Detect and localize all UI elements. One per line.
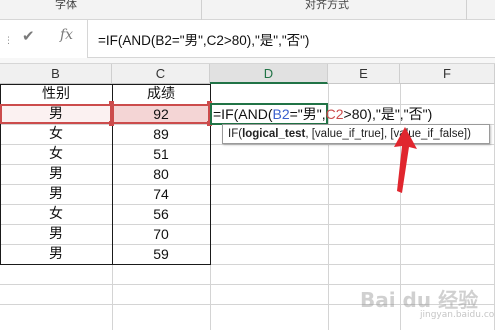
cell-score[interactable]: 56 (112, 204, 210, 224)
formula-part: =IF(AND( (213, 106, 273, 122)
ribbon-divider (201, 0, 202, 20)
cell-gender[interactable]: 女 (0, 144, 112, 164)
cell-edit-formula[interactable]: =IF(AND(B2="男",C2>80),"是","否") (213, 104, 432, 124)
column-header-b[interactable]: B (0, 64, 112, 84)
formula-part: ="男", (289, 106, 326, 122)
more-icon[interactable]: ⋮ (4, 36, 13, 46)
cell-score[interactable]: 74 (112, 184, 210, 204)
insert-function-icon[interactable]: fx (60, 27, 73, 43)
check-icon[interactable]: ✔ (22, 27, 35, 45)
cell-score[interactable]: 51 (112, 144, 210, 164)
reference-c2: C2 (325, 106, 344, 122)
cell-score[interactable]: 92 (112, 104, 210, 124)
header-cell-gender[interactable]: 性别 (0, 84, 112, 104)
column-header-e[interactable]: E (328, 64, 400, 84)
cell-gender[interactable]: 男 (0, 164, 112, 184)
column-header-f[interactable]: F (400, 64, 495, 84)
watermark-url: jingyan.baidu.com (420, 310, 495, 320)
header-cell-score[interactable]: 成绩 (112, 84, 210, 104)
cell-gender[interactable]: 女 (0, 204, 112, 224)
cell-gender[interactable]: 女 (0, 124, 112, 144)
cell-gender[interactable]: 男 (0, 224, 112, 244)
cell-score[interactable]: 80 (112, 164, 210, 184)
cell-score[interactable]: 89 (112, 124, 210, 144)
cell-gender[interactable]: 男 (0, 244, 112, 264)
baidu-watermark: Bai du 经验 (360, 288, 479, 312)
ribbon-group-alignment[interactable]: 对齐方式 (305, 0, 349, 12)
tooltip-function[interactable]: IF( (228, 128, 242, 140)
cell-gender[interactable]: 男 (0, 184, 112, 204)
formula-input[interactable]: =IF(AND(B2="男",C2>80),"是","否") (98, 29, 309, 49)
formula-part: >80),"是","否") (343, 106, 433, 122)
column-header-d[interactable]: D (210, 64, 328, 84)
reference-b2: B2 (272, 106, 290, 122)
formula-bar-buttons (0, 20, 88, 58)
cell-gender[interactable]: 男 (0, 104, 112, 124)
column-header-c[interactable]: C (112, 64, 210, 84)
cell-score[interactable]: 70 (112, 224, 210, 244)
ribbon-group-font[interactable]: 字体 (55, 0, 77, 12)
function-tooltip: IF(logical_test, [value_if_true], [value… (222, 124, 490, 144)
tooltip-current-argument[interactable]: logical_test (242, 128, 305, 140)
ribbon-divider (466, 0, 467, 20)
annotation-arrow-icon (394, 127, 417, 193)
cell-score[interactable]: 59 (112, 244, 210, 264)
